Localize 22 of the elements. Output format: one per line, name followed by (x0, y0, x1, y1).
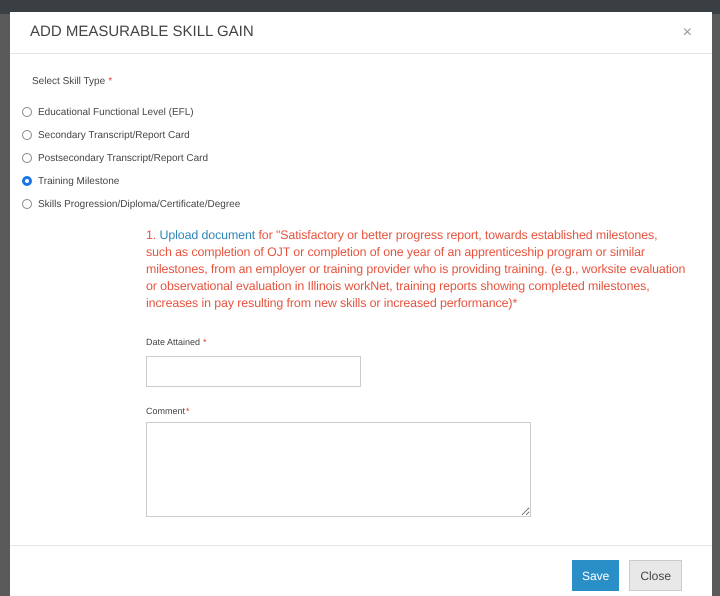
date-input-field[interactable] (146, 356, 361, 386)
instruction-text: 1. Upload document for "Satisfactory or better progress report, towards established milestones, such as completion of OJT or completion of one year of an apprenticeship program or similar milestones, from an employer or training provider who is providing training. (e.g., worksite evaluation or observational evaluation in Illinois workNet, training reports showing completed milestones, increases in pay resulting from new skills or increased performance)* (146, 227, 686, 312)
required-mark: * (108, 75, 112, 89)
radio-button[interactable] (22, 153, 32, 163)
radio-button[interactable] (22, 199, 32, 209)
radio-label: Training Milestone (38, 174, 120, 188)
close-button[interactable]: Close (629, 560, 682, 591)
save-button[interactable]: Save (572, 560, 620, 591)
field-label: Select Skill Type (32, 75, 106, 89)
radio-label: Skills Progression/Diploma/Certificate/Degree (38, 198, 240, 212)
field-label: Date Attained (146, 336, 200, 349)
field-label: Comment (146, 404, 186, 418)
radio-label: Postsecondary Transcript/Report Card (38, 152, 208, 166)
radio-label: Educational Functional Level (EFL) (38, 106, 194, 120)
radio-button[interactable] (22, 176, 32, 186)
required-mark: * (186, 404, 190, 418)
radio-button[interactable] (22, 130, 32, 140)
required-mark: * (203, 336, 207, 349)
upload-document-link[interactable]: Upload document (159, 228, 256, 242)
radio-button[interactable] (22, 107, 32, 117)
radio-label: Secondary Transcript/Report Card (38, 128, 190, 142)
modal-title: ADD MEASURABLE SKILL GAIN (30, 22, 254, 42)
